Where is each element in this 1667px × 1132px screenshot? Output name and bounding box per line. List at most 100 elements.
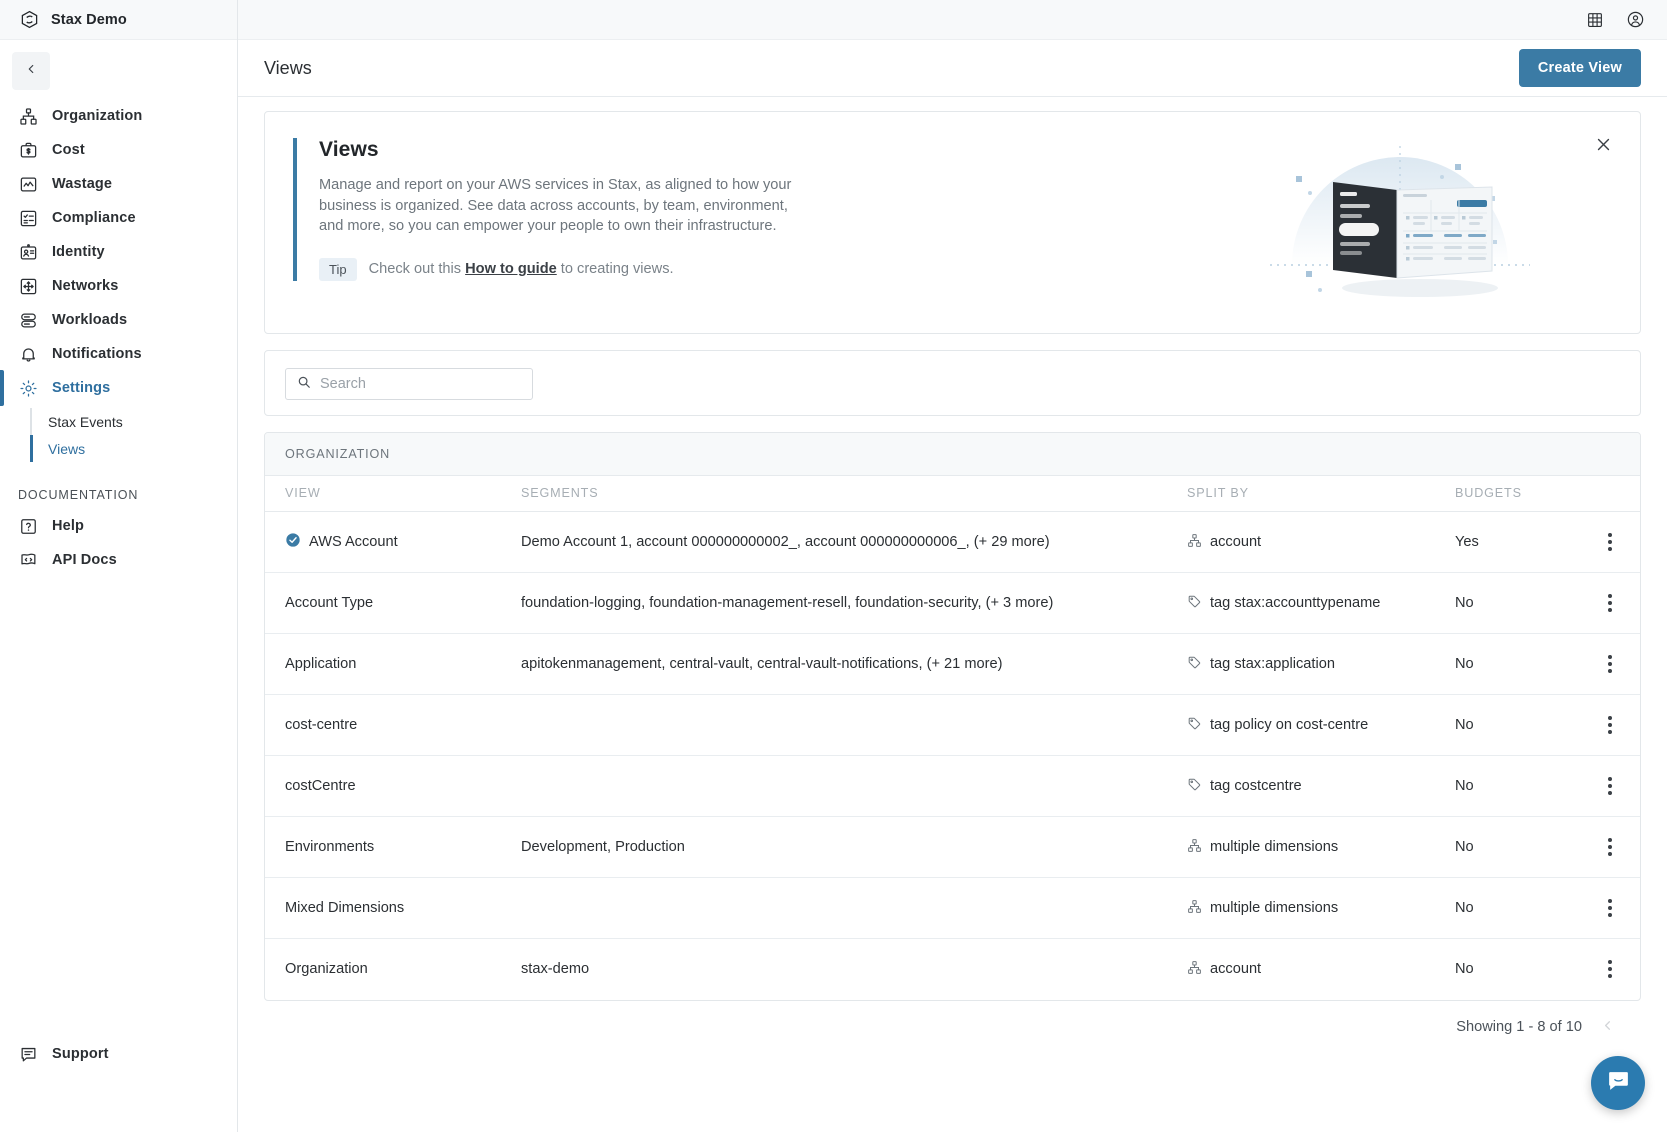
cost-icon — [18, 140, 38, 160]
search-icon — [297, 375, 311, 394]
sidebar-item-cost[interactable]: Cost — [0, 134, 237, 166]
banner-description: Manage and report on your AWS services i… — [319, 177, 792, 234]
sidebar-item-organization[interactable]: Organization — [0, 100, 237, 132]
sidebar-subitem-stax-events[interactable]: Stax Events — [30, 408, 237, 435]
banner-title: Views — [319, 138, 379, 161]
cell-split-by: account — [1187, 511, 1455, 573]
cell-actions — [1575, 572, 1640, 634]
grid-apps-icon[interactable] — [1586, 11, 1604, 29]
sidebar-item-label: API Docs — [52, 552, 117, 568]
table-row[interactable]: AWS Account Demo Account 1, account 00000… — [265, 511, 1640, 573]
sidebar-item-wastage[interactable]: Wastage — [0, 168, 237, 200]
budgets-text: No — [1455, 717, 1474, 733]
views-info-banner: Views Manage and report on your AWS serv… — [264, 111, 1641, 334]
tag-icon — [1187, 716, 1202, 735]
tag-icon — [1187, 594, 1202, 613]
cell-actions — [1575, 755, 1640, 817]
sidebar-item-help[interactable]: Help — [0, 510, 237, 542]
search-input[interactable] — [320, 376, 521, 392]
budgets-text: No — [1455, 900, 1474, 916]
organization-icon — [18, 106, 38, 126]
sidebar-item-compliance[interactable]: Compliance — [0, 202, 237, 234]
cell-budgets: No — [1455, 633, 1575, 695]
close-icon — [1595, 136, 1612, 158]
budgets-text: No — [1455, 656, 1474, 672]
sidebar: Stax Demo Organization Cost Wastage Comp… — [0, 0, 238, 1132]
chat-widget-button[interactable] — [1591, 1056, 1645, 1110]
sidebar-item-identity[interactable]: Identity — [0, 236, 237, 268]
cell-split-by: multiple dimensions — [1187, 816, 1455, 878]
pagination-prev-button[interactable] — [1600, 1018, 1615, 1037]
budgets-text: Yes — [1455, 534, 1479, 550]
table-row[interactable]: cost-centre tag policy on cost-centre No — [265, 694, 1640, 756]
table-row[interactable]: Organization stax-demo account No — [265, 939, 1640, 1000]
sidebar-item-settings[interactable]: Settings — [0, 370, 237, 406]
sidebar-collapse-button[interactable] — [12, 52, 50, 90]
budgets-text: No — [1455, 839, 1474, 855]
kebab-menu-icon[interactable] — [1575, 594, 1640, 612]
sidebar-item-api-docs[interactable]: API Docs — [0, 544, 237, 576]
sidebar-item-notifications[interactable]: Notifications — [0, 338, 237, 370]
workloads-icon — [18, 310, 38, 330]
sidebar-subitem-views[interactable]: Views — [30, 435, 237, 462]
gear-icon — [18, 378, 38, 398]
sidebar-item-workloads[interactable]: Workloads — [0, 304, 237, 336]
split-by-text: tag stax:application — [1210, 656, 1335, 672]
cell-segments: stax-demo — [521, 939, 1187, 1000]
cell-segments — [521, 755, 1187, 817]
table-row[interactable]: Account Type foundation-logging, foundati… — [265, 572, 1640, 634]
cell-budgets: No — [1455, 816, 1575, 878]
table-body: AWS Account Demo Account 1, account 00000… — [265, 511, 1640, 1000]
support-chat-icon — [18, 1044, 38, 1064]
sidebar-item-label: Notifications — [52, 346, 142, 362]
cell-split-by: multiple dimensions — [1187, 877, 1455, 939]
banner-close-button[interactable] — [1588, 132, 1618, 162]
banner-tip-row: Tip Check out this How to guide to creat… — [319, 257, 813, 281]
cell-view: AWS Account — [265, 511, 521, 573]
kebab-menu-icon[interactable] — [1575, 777, 1640, 795]
cell-view: cost-centre — [265, 694, 521, 756]
kebab-menu-icon[interactable] — [1575, 960, 1640, 979]
split-by-text: multiple dimensions — [1210, 839, 1339, 855]
kebab-menu-icon[interactable] — [1575, 533, 1640, 551]
cell-view: Organization — [265, 939, 521, 1000]
split-by-text: tag stax:accounttypename — [1210, 595, 1381, 611]
column-header-actions — [1575, 476, 1640, 512]
table-row[interactable]: Mixed Dimensions multiple dimensions No — [265, 877, 1640, 939]
budgets-text: No — [1455, 595, 1474, 611]
top-bar — [238, 0, 1667, 40]
cell-split-by: tag costcentre — [1187, 755, 1455, 817]
sidebar-item-label: Identity — [52, 244, 105, 260]
views-table-card: ORGANIZATION VIEW SEGMENTS SPLIT BY BUDG… — [264, 432, 1641, 1001]
create-view-button[interactable]: Create View — [1518, 49, 1641, 87]
how-to-guide-link[interactable]: How to guide — [465, 261, 557, 277]
sidebar-item-networks[interactable]: Networks — [0, 270, 237, 302]
wastage-icon — [18, 174, 38, 194]
cell-view: Environments — [265, 816, 521, 878]
split-by-text: account — [1210, 961, 1262, 978]
view-name: Application — [285, 656, 357, 672]
table-row[interactable]: Environments Development, Production multi… — [265, 816, 1640, 878]
table-row[interactable]: Application apitokenmanagement, central-v… — [265, 633, 1640, 695]
split-by-text: multiple dimensions — [1210, 900, 1339, 916]
kebab-menu-icon[interactable] — [1575, 655, 1640, 673]
segments-text: Development, Production — [521, 839, 685, 855]
tag-icon — [1187, 655, 1202, 674]
networks-icon — [18, 276, 38, 296]
main-area: Views Create View Views Manage and repor… — [238, 0, 1667, 1132]
view-name: cost-centre — [285, 717, 358, 733]
table-row[interactable]: costCentre tag costcentre No — [265, 755, 1640, 817]
sidebar-item-support[interactable]: Support — [0, 1038, 237, 1070]
pagination-status: Showing 1 - 8 of 10 — [1456, 1019, 1582, 1035]
bell-icon — [18, 344, 38, 364]
cell-segments — [521, 877, 1187, 939]
kebab-menu-icon[interactable] — [1575, 838, 1640, 856]
kebab-menu-icon[interactable] — [1575, 716, 1640, 734]
page-content: Views Manage and report on your AWS serv… — [238, 97, 1667, 1037]
kebab-menu-icon[interactable] — [1575, 899, 1640, 917]
user-account-icon[interactable] — [1626, 10, 1645, 29]
cell-budgets: No — [1455, 939, 1575, 1000]
search-box[interactable] — [285, 368, 533, 400]
split-by-text: account — [1210, 534, 1262, 550]
sidebar-item-label: Networks — [52, 278, 119, 294]
